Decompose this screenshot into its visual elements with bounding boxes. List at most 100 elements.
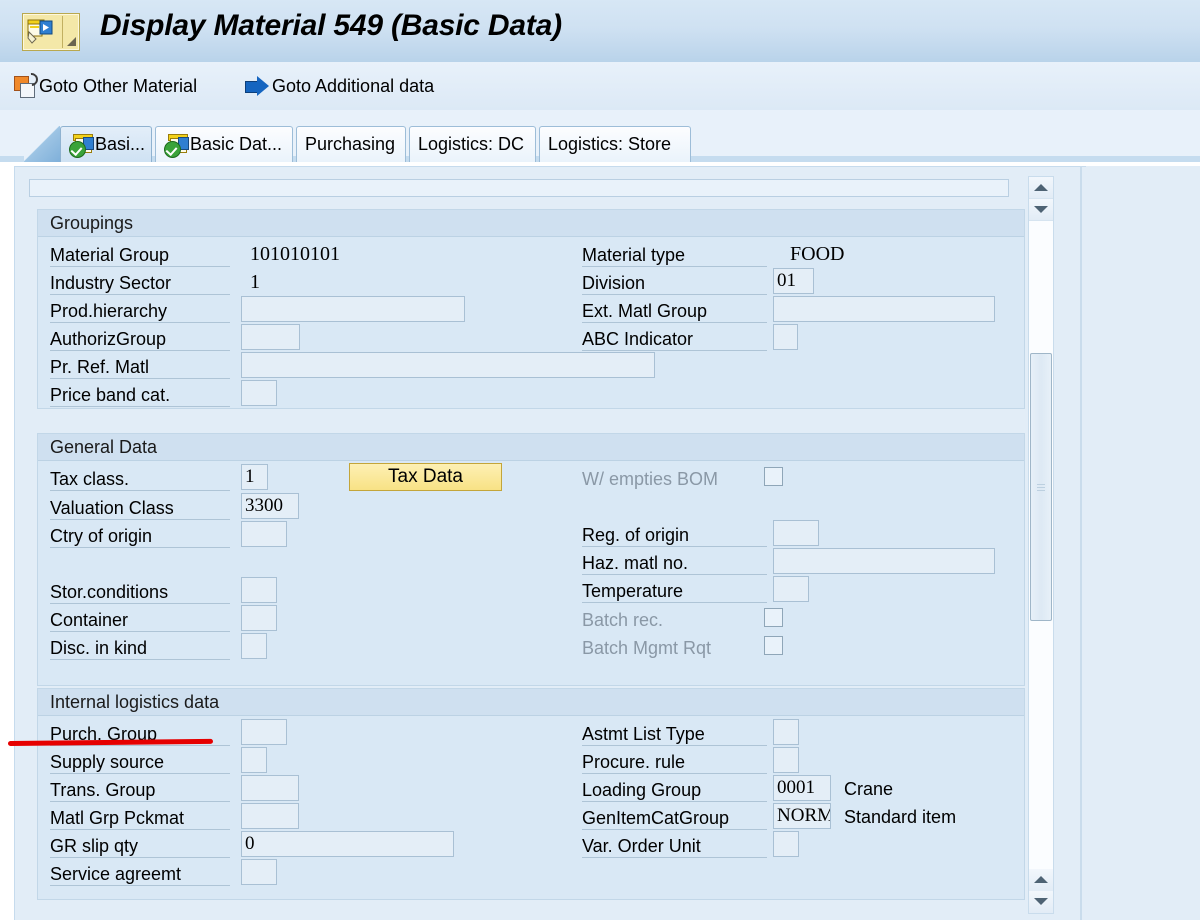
input-valuation-class[interactable]: 3300 xyxy=(241,493,299,519)
section-internal-logistics: Internal logistics data Purch. Group Sup… xyxy=(37,688,1025,900)
label-pr-ref-matl: Pr. Ref. Matl xyxy=(50,357,230,379)
input-var-order-unit[interactable] xyxy=(773,831,799,857)
input-astmt-list-type[interactable] xyxy=(773,719,799,745)
input-genitemcatgroup[interactable]: NORM xyxy=(773,803,831,829)
input-service-agreemt[interactable] xyxy=(241,859,277,885)
scroll-up-bottom-button[interactable] xyxy=(1029,869,1053,891)
tax-data-button[interactable]: Tax Data xyxy=(349,463,502,491)
input-purch-group[interactable] xyxy=(241,719,287,745)
application-toolbar: Goto Other Material Goto Additional data xyxy=(0,62,1200,111)
label-material-group: Material Group xyxy=(50,245,230,267)
checkbox-w-empties-bom[interactable] xyxy=(764,467,783,486)
input-loading-group[interactable]: 0001 xyxy=(773,775,831,801)
label-haz-matl-no: Haz. matl no. xyxy=(582,553,767,575)
input-pr-ref-matl[interactable] xyxy=(241,352,655,378)
scroll-up-top-button[interactable] xyxy=(1029,177,1053,199)
chevron-up-icon xyxy=(1034,876,1048,883)
input-division[interactable]: 01 xyxy=(773,268,814,294)
section-groupings-title: Groupings xyxy=(38,210,1024,237)
input-supply-source[interactable] xyxy=(241,747,267,773)
input-temperature[interactable] xyxy=(773,576,809,602)
input-tax-class[interactable]: 1 xyxy=(241,464,268,490)
label-gr-slip-qty: GR slip qty xyxy=(50,836,230,858)
tab-logistics-dc-label: Logistics: DC xyxy=(418,134,525,154)
input-haz-matl-no[interactable] xyxy=(773,548,995,574)
chevron-up-icon xyxy=(1034,184,1048,191)
label-ctry-of-origin: Ctry of origin xyxy=(50,526,230,548)
checkbox-batch-rec[interactable] xyxy=(764,608,783,627)
tab-purchasing-label: Purchasing xyxy=(305,134,396,154)
input-reg-of-origin[interactable] xyxy=(773,520,819,546)
text-genitemcatgroup: Standard item xyxy=(844,807,957,827)
section-internal-logistics-title: Internal logistics data xyxy=(38,689,1024,716)
input-ext-matl-group[interactable] xyxy=(773,296,995,322)
top-empty-field[interactable] xyxy=(29,179,1009,197)
input-stor-conditions[interactable] xyxy=(241,577,277,603)
chevron-down-icon[interactable] xyxy=(67,37,76,46)
display-material-icon xyxy=(26,18,56,46)
form-content-area: Groupings Material Group 101010101 Indus… xyxy=(14,166,1086,920)
input-disc-in-kind[interactable] xyxy=(241,633,267,659)
app-menu-button[interactable] xyxy=(22,13,80,51)
tab-basic-data-2[interactable]: Basic Dat... xyxy=(155,126,293,162)
label-temperature: Temperature xyxy=(582,581,767,603)
tab-purchasing[interactable]: Purchasing xyxy=(296,126,406,162)
value-industry-sector: 1 xyxy=(250,271,260,293)
label-astmt-list-type: Astmt List Type xyxy=(582,724,767,746)
goto-additional-data-button[interactable]: Goto Additional data xyxy=(245,72,434,100)
input-gr-slip-qty[interactable]: 0 xyxy=(241,831,454,857)
label-genitemcatgroup: GenItemCatGroup xyxy=(582,808,767,830)
value-material-type: FOOD xyxy=(790,243,845,265)
label-disc-in-kind: Disc. in kind xyxy=(50,638,230,660)
input-trans-group[interactable] xyxy=(241,775,299,801)
label-service-agreemt: Service agreemt xyxy=(50,864,230,886)
label-division: Division xyxy=(582,273,767,295)
input-procure-rule[interactable] xyxy=(773,747,799,773)
copy-material-icon xyxy=(14,70,41,98)
value-material-group: 101010101 xyxy=(250,243,340,265)
goto-other-material-button[interactable]: Goto Other Material xyxy=(14,70,198,100)
label-var-order-unit: Var. Order Unit xyxy=(582,836,767,858)
goto-other-material-label: Goto Other Material xyxy=(39,75,198,96)
input-container[interactable] xyxy=(241,605,277,631)
scrollbar-thumb[interactable] xyxy=(1030,353,1052,621)
text-loading-group: Crane xyxy=(844,779,894,799)
content-right-divider xyxy=(1080,166,1082,920)
label-loading-group: Loading Group xyxy=(582,780,767,802)
tab-logistics-dc[interactable]: Logistics: DC xyxy=(409,126,536,162)
chevron-down-icon xyxy=(1034,206,1048,213)
content-right-filler xyxy=(1086,166,1200,920)
label-prod-hierarchy: Prod.hierarchy xyxy=(50,301,230,323)
label-valuation-class: Valuation Class xyxy=(50,498,230,520)
input-authoriz-group[interactable] xyxy=(241,324,300,350)
checkbox-batch-mgmt-rqt[interactable] xyxy=(764,636,783,655)
tab-basic-data-1[interactable]: Basi... xyxy=(60,126,152,162)
label-container: Container xyxy=(50,610,230,632)
input-abc-indicator[interactable] xyxy=(773,324,798,350)
page-title: Display Material 549 (Basic Data) xyxy=(100,9,562,42)
label-batch-mgmt-rqt: Batch Mgmt Rqt xyxy=(582,638,712,658)
label-reg-of-origin: Reg. of origin xyxy=(582,525,767,547)
tab-strip: Basi... Basic Dat... Purchasing Logistic… xyxy=(0,110,1200,162)
label-authoriz-group: AuthorizGroup xyxy=(50,329,230,351)
input-prod-hierarchy[interactable] xyxy=(241,296,465,322)
tab-basic-data-1-label: Basi... xyxy=(95,134,146,154)
tab-logistics-store-label: Logistics: Store xyxy=(548,134,672,154)
label-industry-sector: Industry Sector xyxy=(50,273,230,295)
label-ext-matl-group: Ext. Matl Group xyxy=(582,301,767,323)
input-price-band-cat[interactable] xyxy=(241,380,277,406)
section-groupings: Groupings Material Group 101010101 Indus… xyxy=(37,209,1025,409)
label-trans-group: Trans. Group xyxy=(50,780,230,802)
vertical-scrollbar[interactable] xyxy=(1028,176,1054,914)
scrollbar-grip-icon xyxy=(1037,484,1045,491)
scroll-down-top-button[interactable] xyxy=(1029,199,1053,221)
label-batch-rec: Batch rec. xyxy=(582,610,664,630)
icon-divider xyxy=(62,16,63,48)
input-matl-grp-pckmat[interactable] xyxy=(241,803,299,829)
input-ctry-of-origin[interactable] xyxy=(241,521,287,547)
tab-logistics-store[interactable]: Logistics: Store xyxy=(539,126,691,162)
basic-data-icon xyxy=(164,133,189,158)
scroll-down-bottom-button[interactable] xyxy=(1029,891,1053,913)
tab-strip-lead xyxy=(24,126,60,162)
label-w-empties-bom: W/ empties BOM xyxy=(582,469,719,489)
